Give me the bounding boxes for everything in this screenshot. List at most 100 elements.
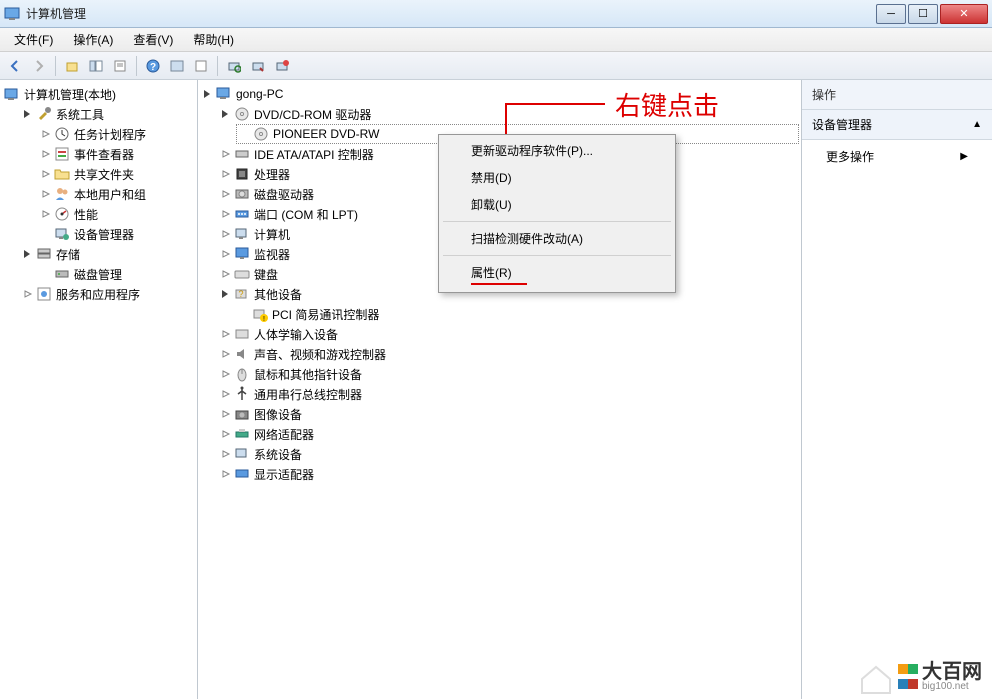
menu-view[interactable]: 查看(V) <box>123 29 183 50</box>
close-button[interactable]: ✕ <box>940 4 988 24</box>
computer-management-icon <box>4 86 20 102</box>
menu-separator <box>443 255 671 256</box>
expander-icon[interactable] <box>220 168 232 180</box>
device-network[interactable]: 网络适配器 <box>218 424 799 444</box>
device-manager-icon <box>54 226 70 242</box>
expander-icon[interactable] <box>202 88 214 100</box>
expander-icon[interactable] <box>220 148 232 160</box>
monitor-icon <box>234 246 250 262</box>
maximize-button[interactable]: ☐ <box>908 4 938 24</box>
back-button[interactable] <box>4 55 26 77</box>
device-usb[interactable]: 通用串行总线控制器 <box>218 384 799 404</box>
minimize-button[interactable]: ─ <box>876 4 906 24</box>
watermark-brand: 大百网 <box>922 662 982 682</box>
expander-icon[interactable] <box>220 108 232 120</box>
help-button[interactable]: ? <box>142 55 164 77</box>
expander-icon[interactable] <box>22 248 34 260</box>
expander-icon[interactable] <box>220 268 232 280</box>
device-sound[interactable]: 声音、视频和游戏控制器 <box>218 344 799 364</box>
ctx-properties[interactable]: 属性(R) <box>441 259 673 290</box>
more-actions[interactable]: 更多操作 ▶ <box>802 140 992 173</box>
device-imaging[interactable]: 图像设备 <box>218 404 799 424</box>
nav-performance[interactable]: 性能 <box>38 204 195 224</box>
nav-storage[interactable]: 存储 <box>20 244 195 264</box>
nav-event-viewer[interactable]: 事件查看器 <box>38 144 195 164</box>
expander-icon[interactable] <box>220 248 232 260</box>
scan-hardware-button[interactable] <box>223 55 245 77</box>
forward-button[interactable] <box>28 55 50 77</box>
label: 显示适配器 <box>254 466 314 483</box>
expander-icon[interactable] <box>40 148 52 160</box>
toolbar-button[interactable] <box>166 55 188 77</box>
expander-icon[interactable] <box>220 408 232 420</box>
nav-device-manager[interactable]: 设备管理器 <box>38 224 195 244</box>
window-title: 计算机管理 <box>26 5 874 22</box>
nav-task-scheduler[interactable]: 任务计划程序 <box>38 124 195 144</box>
show-hide-tree-button[interactable] <box>85 55 107 77</box>
device-hid[interactable]: 人体学输入设备 <box>218 324 799 344</box>
toolbar-button[interactable] <box>190 55 212 77</box>
device-root[interactable]: gong-PC <box>200 84 799 104</box>
device-display[interactable]: 显示适配器 <box>218 464 799 484</box>
expander-icon[interactable] <box>22 288 34 300</box>
app-icon <box>4 6 20 22</box>
ctx-scan-hardware[interactable]: 扫描检测硬件改动(A) <box>441 225 673 252</box>
expander-icon[interactable] <box>220 208 232 220</box>
nav-root[interactable]: 计算机管理(本地) <box>2 84 195 104</box>
ctx-uninstall[interactable]: 卸载(U) <box>441 191 673 218</box>
ctx-disable[interactable]: 禁用(D) <box>441 164 673 191</box>
menu-file[interactable]: 文件(F) <box>4 29 63 50</box>
menu-bar: 文件(F) 操作(A) 查看(V) 帮助(H) <box>0 28 992 52</box>
label: 图像设备 <box>254 406 302 423</box>
expander-icon[interactable] <box>22 108 34 120</box>
expander-icon[interactable] <box>220 388 232 400</box>
label: 键盘 <box>254 266 278 283</box>
more-actions-label: 更多操作 <box>826 148 874 165</box>
toolbar-button[interactable] <box>247 55 269 77</box>
expander-icon[interactable] <box>220 428 232 440</box>
expander-icon[interactable] <box>220 328 232 340</box>
camera-icon <box>234 406 250 422</box>
expander-icon[interactable] <box>220 188 232 200</box>
toolbar-separator <box>55 56 56 76</box>
keyboard-icon <box>234 266 250 282</box>
expander-icon[interactable] <box>220 288 232 300</box>
ide-icon <box>234 146 250 162</box>
expander-icon[interactable] <box>220 448 232 460</box>
left-navigation-pane[interactable]: 计算机管理(本地) 系统工具 任务计划程序 事件查看器 共享文件夹 <box>0 80 198 699</box>
ctx-update-driver[interactable]: 更新驱动程序软件(P)... <box>441 137 673 164</box>
expander-icon[interactable] <box>220 468 232 480</box>
nav-services-apps[interactable]: 服务和应用程序 <box>20 284 195 304</box>
nav-shared-folders[interactable]: 共享文件夹 <box>38 164 195 184</box>
label: 计算机 <box>254 226 290 243</box>
device-pci[interactable]: !PCI 简易通讯控制器 <box>236 304 799 324</box>
device-mouse[interactable]: 鼠标和其他指针设备 <box>218 364 799 384</box>
toolbar-button[interactable] <box>271 55 293 77</box>
label: 磁盘管理 <box>74 266 122 283</box>
nav-disk-management[interactable]: 磁盘管理 <box>38 264 195 284</box>
dvd-icon <box>234 106 250 122</box>
menu-help[interactable]: 帮助(H) <box>183 29 244 50</box>
expander-icon[interactable] <box>220 228 232 240</box>
display-adapter-icon <box>234 466 250 482</box>
expander-icon[interactable] <box>220 348 232 360</box>
disk-icon <box>234 186 250 202</box>
expander-icon[interactable] <box>40 208 52 220</box>
expander-icon[interactable] <box>220 368 232 380</box>
expander-icon[interactable] <box>40 188 52 200</box>
expander-icon[interactable] <box>40 168 52 180</box>
device-dvd-group[interactable]: DVD/CD-ROM 驱动器 <box>218 104 799 124</box>
label: 禁用(D) <box>471 171 512 185</box>
device-system[interactable]: 系统设备 <box>218 444 799 464</box>
menu-action[interactable]: 操作(A) <box>63 29 123 50</box>
label: 磁盘驱动器 <box>254 186 314 203</box>
nav-local-users[interactable]: 本地用户和组 <box>38 184 195 204</box>
properties-button[interactable] <box>109 55 131 77</box>
up-button[interactable] <box>61 55 83 77</box>
label: 端口 (COM 和 LPT) <box>254 206 358 223</box>
expander-icon[interactable] <box>40 128 52 140</box>
actions-section[interactable]: 设备管理器 ▲ <box>802 110 992 140</box>
label: 处理器 <box>254 166 290 183</box>
nav-system-tools[interactable]: 系统工具 <box>20 104 195 124</box>
computer-icon <box>216 86 232 102</box>
